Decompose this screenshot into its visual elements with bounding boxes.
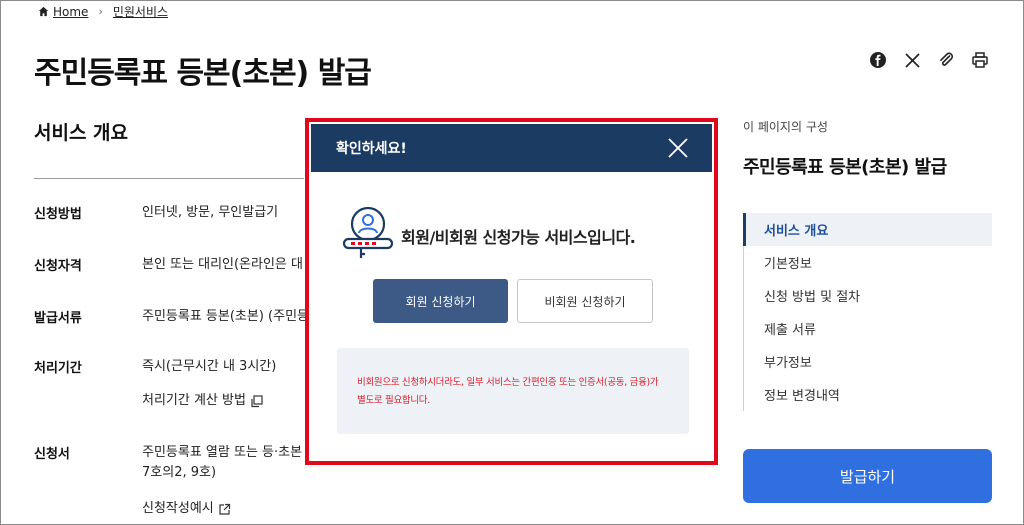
form-example-link-label: 신청작성예시 xyxy=(142,501,214,516)
breadcrumb-current-link[interactable]: 민원서비스 xyxy=(113,3,168,20)
clip-icon[interactable] xyxy=(936,50,956,70)
close-icon[interactable] xyxy=(666,136,690,160)
info-value: 본인 또는 대리인(온라인은 대 xyxy=(142,257,303,272)
facebook-icon[interactable] xyxy=(868,50,888,70)
toc-item-change-history[interactable]: 정보 변경내역 xyxy=(744,378,992,411)
external-link-icon xyxy=(219,503,230,515)
toc-list: 서비스 개요 기본정보 신청 방법 및 절차 제출 서류 부가정보 정보 변경내… xyxy=(743,213,992,411)
share-tools xyxy=(868,50,990,70)
info-value-group: 주민등록표 열람 또는 등·초본 7호의2, 9호) 신청작성예시 xyxy=(142,443,312,519)
info-row-documents: 발급서류 주민등록표 등본(초본) (주민등 xyxy=(34,307,312,327)
chevron-right-icon: › xyxy=(98,5,103,18)
breadcrumb: Home › 민원서비스 xyxy=(38,3,168,20)
info-label: 신청방법 xyxy=(34,207,82,222)
processing-time-link-label: 처리기간 계산 방법 xyxy=(142,393,246,408)
info-label: 신청자격 xyxy=(34,259,82,274)
nonmember-apply-button[interactable]: 비회원 신청하기 xyxy=(517,279,653,323)
info-label: 발급서류 xyxy=(34,311,82,326)
member-apply-button[interactable]: 회원 신청하기 xyxy=(373,279,508,323)
warning-text-line2: 별도로 필요합니다. xyxy=(357,395,430,406)
x-icon[interactable] xyxy=(902,50,922,70)
info-value: 주민등록표 등본(초본) (주민등 xyxy=(142,309,310,324)
copy-icon xyxy=(251,394,263,407)
toc-item-additional-info[interactable]: 부가정보 xyxy=(744,345,992,378)
form-example-link[interactable]: 신청작성예시 xyxy=(142,499,312,519)
processing-time-link[interactable]: 처리기간 계산 방법 xyxy=(142,391,312,411)
confirm-modal: 확인하세요! 회원/비회원 신청가능 서비스입니다. 회원 신청하기 비회원 신… xyxy=(311,124,712,459)
overview-title: 서비스 개요 xyxy=(34,122,129,144)
info-value: 주민등록표 열람 또는 등·초본 xyxy=(142,445,303,460)
info-row-eligibility: 신청자격 본인 또는 대리인(온라인은 대 xyxy=(34,255,312,275)
info-row-processing-time: 처리기간 즉시(근무시간 내 3시간) 처리기간 계산 방법 xyxy=(34,357,312,411)
user-id-card-icon xyxy=(342,206,394,258)
info-value: 즉시(근무시간 내 3시간) xyxy=(142,359,277,374)
info-label: 처리기간 xyxy=(34,361,82,376)
toc-item-overview[interactable]: 서비스 개요 xyxy=(743,213,992,246)
info-value-group: 즉시(근무시간 내 3시간) 처리기간 계산 방법 xyxy=(142,357,312,411)
toc-title: 주민등록표 등본(초본) 발급 xyxy=(743,157,947,178)
info-row-application-form: 신청서 주민등록표 열람 또는 등·초본 7호의2, 9호) 신청작성예시 xyxy=(34,443,312,519)
home-icon xyxy=(38,6,49,17)
info-label: 신청서 xyxy=(34,447,70,462)
info-value-continued: 7호의2, 9호) xyxy=(142,465,217,480)
warning-box: 비회원으로 신청하시더라도, 일부 서비스는 간편인증 또는 인증서(공동, 금… xyxy=(337,348,689,434)
issue-button[interactable]: 발급하기 xyxy=(743,449,992,503)
info-row-method: 신청방법 인터넷, 방문, 무인발급기 xyxy=(34,203,312,223)
page-title: 주민등록표 등본(초본) 발급 xyxy=(34,56,372,91)
toc-item-documents[interactable]: 제출 서류 xyxy=(744,312,992,345)
breadcrumb-home-link[interactable]: Home xyxy=(53,5,88,19)
modal-title: 확인하세요! xyxy=(336,141,407,157)
modal-message: 회원/비회원 신청가능 서비스입니다. xyxy=(401,228,636,247)
print-icon[interactable] xyxy=(970,50,990,70)
warning-text-line1: 비회원으로 신청하시더라도, 일부 서비스는 간편인증 또는 인증서(공동, 금… xyxy=(357,377,659,388)
section-divider xyxy=(34,178,304,179)
toc-item-basic-info[interactable]: 기본정보 xyxy=(744,246,992,279)
info-value: 인터넷, 방문, 무인발급기 xyxy=(142,205,279,220)
toc-item-procedure[interactable]: 신청 방법 및 절차 xyxy=(744,279,992,312)
toc-caption: 이 페이지의 구성 xyxy=(743,120,828,134)
modal-header: 확인하세요! xyxy=(311,124,712,172)
